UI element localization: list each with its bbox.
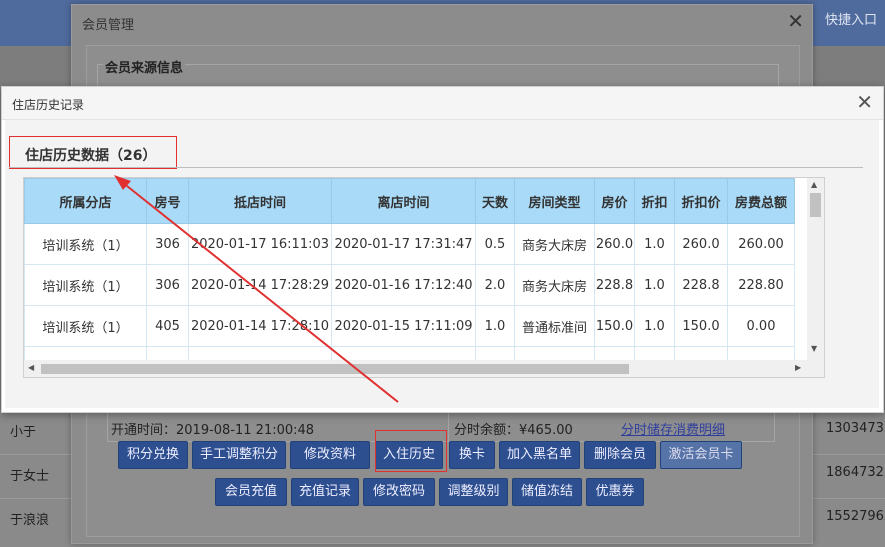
quick-entry-link[interactable]: 快捷入口 bbox=[825, 9, 877, 28]
table-row[interactable]: 培训系统（1） 306 2020-01-17 16:11:03 2020-01-… bbox=[24, 223, 795, 265]
column-header[interactable]: 折扣价 bbox=[674, 178, 728, 224]
scroll-left-icon[interactable]: ◀ bbox=[28, 363, 34, 372]
column-header[interactable]: 折扣 bbox=[634, 178, 675, 224]
column-header[interactable]: 离店时间 bbox=[331, 178, 476, 224]
dialog-title: 住店历史记录 bbox=[12, 98, 85, 112]
column-header[interactable]: 房号 bbox=[146, 178, 189, 224]
cell: 1.0 bbox=[634, 305, 675, 347]
cell: 260.0 bbox=[674, 223, 728, 265]
cell: 306 bbox=[146, 264, 189, 306]
cell: 商务大床房 bbox=[514, 264, 595, 306]
dialog-title: 会员管理 bbox=[82, 18, 135, 33]
change-password-button[interactable]: 修改密码 bbox=[363, 478, 435, 506]
freeze-balance-button[interactable]: 储值冻结 bbox=[512, 478, 582, 506]
cell: 150.0 bbox=[674, 305, 728, 347]
column-header[interactable]: 天数 bbox=[475, 178, 515, 224]
horizontal-scrollbar[interactable]: ◀ ▶ bbox=[24, 360, 824, 377]
points-exchange-button[interactable]: 积分兑换 bbox=[118, 441, 188, 469]
change-card-button[interactable]: 换卡 bbox=[449, 441, 495, 469]
cell: 228.80 bbox=[727, 264, 795, 306]
time-balance: 分时余额：¥465.00 bbox=[454, 423, 573, 438]
close-icon[interactable]: ✕ bbox=[787, 9, 804, 33]
cell: 培训系统（1） bbox=[24, 305, 147, 347]
table-row[interactable]: 培训系统（1） 405 2020-01-14 17:28:10 2020-01-… bbox=[24, 305, 795, 347]
cell: 2020-01-14 17:28:29 bbox=[188, 264, 332, 306]
column-header[interactable]: 房间类型 bbox=[514, 178, 595, 224]
cell: 2.0 bbox=[475, 264, 515, 306]
coupon-button[interactable]: 优惠券 bbox=[586, 478, 644, 506]
cell: 商务大床房 bbox=[514, 223, 595, 265]
open-time: 开通时间：2019-08-11 21:00:48 bbox=[111, 423, 315, 438]
vertical-scrollbar[interactable]: ▲ ▼ bbox=[807, 178, 824, 360]
dialog-titlebar: 住店历史记录 ✕ bbox=[2, 87, 883, 120]
time-detail-link[interactable]: 分时储存消费明细 bbox=[621, 419, 725, 438]
cell: 培训系统（1） bbox=[24, 223, 147, 265]
cell: 150.0 bbox=[594, 305, 635, 347]
member-phone: 18647323 bbox=[826, 465, 885, 480]
scroll-down-icon[interactable]: ▼ bbox=[811, 344, 817, 353]
stay-history-dialog: 住店历史记录 ✕ 住店历史数据（26） 所属分店 房号 抵店时间 离店时间 天数… bbox=[1, 86, 884, 413]
cell: 405 bbox=[146, 305, 189, 347]
member-name: 于女士 bbox=[10, 469, 50, 484]
cell: 2020-01-15 17:11:09 bbox=[331, 305, 476, 347]
close-icon[interactable]: ✕ bbox=[856, 90, 873, 114]
member-recharge-button[interactable]: 会员充值 bbox=[215, 478, 287, 506]
stay-history-highlight bbox=[375, 430, 447, 472]
history-grid: 所属分店 房号 抵店时间 离店时间 天数 房间类型 房价 折扣 折扣价 房费总额 bbox=[23, 177, 825, 378]
heading-highlight bbox=[9, 136, 177, 169]
cell: 2020-01-14 17:28:10 bbox=[188, 305, 332, 347]
member-phone: 15527962 bbox=[826, 509, 885, 524]
blacklist-button[interactable]: 加入黑名单 bbox=[499, 441, 580, 469]
member-name: 小于 bbox=[10, 425, 37, 440]
table-row[interactable]: 培训系统（1） 306 2020-01-14 17:28:29 2020-01-… bbox=[24, 264, 795, 306]
cell: 260.00 bbox=[727, 223, 795, 265]
history-table: 所属分店 房号 抵店时间 离店时间 天数 房间类型 房价 折扣 折扣价 房费总额 bbox=[24, 178, 795, 377]
cell: 0.00 bbox=[727, 305, 795, 347]
divider bbox=[9, 167, 863, 168]
edit-profile-button[interactable]: 修改资料 bbox=[290, 441, 370, 469]
recharge-record-button[interactable]: 充值记录 bbox=[291, 478, 359, 506]
cell: 2020-01-17 16:11:03 bbox=[188, 223, 332, 265]
cell: 1.0 bbox=[634, 264, 675, 306]
column-header[interactable]: 抵店时间 bbox=[188, 178, 332, 224]
scroll-up-icon[interactable]: ▲ bbox=[811, 180, 817, 189]
cell: 228.8 bbox=[674, 264, 728, 306]
cell: 0.5 bbox=[475, 223, 515, 265]
column-header[interactable]: 房价 bbox=[594, 178, 635, 224]
cell: 1.0 bbox=[634, 223, 675, 265]
table-header-row: 所属分店 房号 抵店时间 离店时间 天数 房间类型 房价 折扣 折扣价 房费总额 bbox=[24, 178, 795, 224]
horizontal-scroll-thumb[interactable] bbox=[41, 364, 629, 374]
delete-member-button[interactable]: 删除会员 bbox=[584, 441, 656, 469]
activate-card-button[interactable]: 激活会员卡 bbox=[660, 441, 742, 469]
cell: 普通标准间 bbox=[514, 305, 595, 347]
history-panel: 住店历史数据（26） 所属分店 房号 抵店时间 离店时间 天数 房间类型 房价 … bbox=[5, 120, 879, 408]
cell: 2020-01-17 17:31:47 bbox=[331, 223, 476, 265]
cell: 2020-01-16 17:12:40 bbox=[331, 264, 476, 306]
column-header[interactable]: 所属分店 bbox=[24, 178, 147, 224]
vertical-scroll-thumb[interactable] bbox=[810, 193, 821, 217]
member-phone: 13034733 bbox=[826, 421, 885, 436]
cell: 306 bbox=[146, 223, 189, 265]
scroll-right-icon[interactable]: ▶ bbox=[795, 363, 801, 372]
cell: 228.8 bbox=[594, 264, 635, 306]
source-info-legend: 会员来源信息 bbox=[103, 57, 186, 76]
adjust-level-button[interactable]: 调整级别 bbox=[439, 478, 508, 506]
member-name: 于浪浪 bbox=[10, 513, 50, 528]
adjust-points-button[interactable]: 手工调整积分 bbox=[192, 441, 286, 469]
cell: 1.0 bbox=[475, 305, 515, 347]
cell: 260.0 bbox=[594, 223, 635, 265]
cell: 培训系统（1） bbox=[24, 264, 147, 306]
column-header[interactable]: 房费总额 bbox=[727, 178, 795, 224]
